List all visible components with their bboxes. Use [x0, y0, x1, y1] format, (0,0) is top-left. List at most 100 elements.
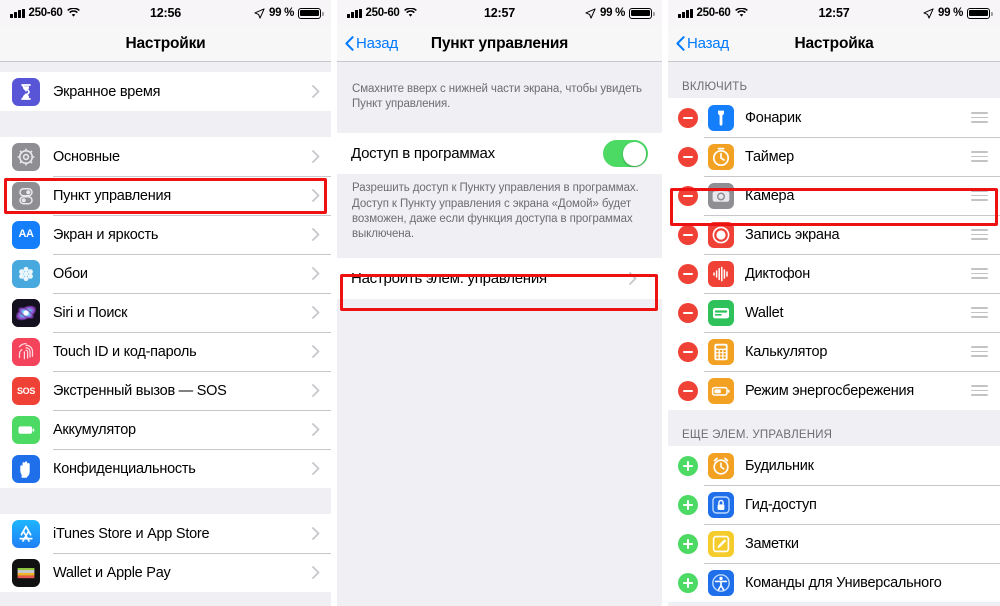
- settings-row-privacy[interactable]: Конфиденциальность: [0, 449, 331, 488]
- list-spacer: [337, 251, 662, 259]
- settings-row-general[interactable]: Основные: [0, 137, 331, 176]
- settings-row-wallet-apple-pay[interactable]: Wallet и Apple Pay: [0, 553, 331, 592]
- row-access-in-apps[interactable]: Доступ в программах: [337, 133, 662, 175]
- control-row-notes[interactable]: Заметки: [668, 524, 1000, 563]
- settings-row-screen-time[interactable]: Экранное время: [0, 72, 331, 111]
- aa-glyph: AA: [18, 228, 34, 240]
- battery-icon: [298, 7, 324, 19]
- remove-button[interactable]: [678, 146, 698, 167]
- row-label: Обои: [53, 265, 88, 282]
- list-spacer: [0, 488, 331, 514]
- camera-icon: [708, 182, 734, 209]
- reorder-handle[interactable]: [971, 190, 988, 201]
- reorder-handle[interactable]: [971, 307, 988, 318]
- three-screenshot-composite: 250-60 12:56 99 % Настройки Экранное вре: [0, 0, 1000, 606]
- control-row-calculator[interactable]: Калькулятор: [668, 332, 1000, 371]
- back-button[interactable]: Назад: [345, 35, 398, 52]
- list-spacer: [0, 62, 331, 72]
- chevron-right-icon: [629, 272, 637, 285]
- back-button[interactable]: Назад: [676, 35, 729, 52]
- settings-row-battery[interactable]: Аккумулятор: [0, 410, 331, 449]
- row-label: Конфиденциальность: [53, 460, 196, 477]
- row-customize-controls[interactable]: Настроить элем. управления: [337, 258, 662, 300]
- page-title: Настройки: [125, 34, 206, 52]
- chevron-right-icon: [312, 462, 320, 475]
- control-row-low-power-mode[interactable]: Режим энергосбережения: [668, 371, 1000, 410]
- battery-percent-label: 99 %: [937, 7, 963, 19]
- chevron-right-icon: [312, 189, 320, 202]
- calculator-icon: [708, 338, 734, 365]
- remove-button[interactable]: [678, 224, 698, 245]
- control-row-timer[interactable]: Таймер: [668, 137, 1000, 176]
- remove-button[interactable]: [678, 380, 698, 401]
- control-center-icon: [12, 181, 40, 210]
- row-label: Гид-доступ: [745, 496, 817, 513]
- control-row-guided-access[interactable]: Гид-доступ: [668, 485, 1000, 524]
- remove-button[interactable]: [678, 107, 698, 128]
- control-row-alarm[interactable]: Будильник: [668, 446, 1000, 485]
- settings-row-itunes-app-store[interactable]: iTunes Store и App Store: [0, 514, 331, 553]
- control-row-camera[interactable]: Камера: [668, 176, 1000, 215]
- settings-list[interactable]: Экранное время Основные Пункт управления…: [0, 62, 331, 606]
- chevron-right-icon: [312, 85, 320, 98]
- guided-access-icon: [708, 491, 734, 518]
- row-label: Пункт управления: [53, 187, 171, 204]
- row-label: Siri и Поиск: [53, 304, 128, 321]
- timer-icon: [708, 143, 734, 170]
- settings-row-sos[interactable]: SOS Экстренный вызов — SOS: [0, 371, 331, 410]
- remove-button[interactable]: [678, 185, 698, 206]
- screen-record-icon: [708, 221, 734, 248]
- control-row-screen-recording[interactable]: Запись экрана: [668, 215, 1000, 254]
- row-label: Основные: [53, 148, 120, 165]
- row-label: iTunes Store и App Store: [53, 525, 210, 542]
- row-label: Фонарик: [745, 109, 801, 126]
- row-label: Камера: [745, 187, 795, 204]
- back-button-label: Назад: [687, 35, 729, 52]
- reorder-handle[interactable]: [971, 229, 988, 240]
- remove-button[interactable]: [678, 341, 698, 362]
- row-label: Запись экрана: [745, 226, 840, 243]
- row-label: Команды для Универсального: [745, 574, 942, 591]
- add-button[interactable]: [678, 494, 698, 515]
- settings-row-display-brightness[interactable]: AA Экран и яркость: [0, 215, 331, 254]
- customize-controls-list[interactable]: ВКЛЮЧИТЬ Фонарик Таймер Камера Запись эк…: [668, 62, 1000, 606]
- status-bar: 250-60 12:56 99 %: [0, 0, 331, 26]
- chevron-right-icon: [312, 306, 320, 319]
- reorder-handle[interactable]: [971, 112, 988, 123]
- settings-row-touch-id[interactable]: Touch ID и код-пароль: [0, 332, 331, 371]
- back-button-label: Назад: [356, 35, 398, 52]
- control-center-settings-list[interactable]: Смахните вверх с нижней части экрана, чт…: [337, 62, 662, 606]
- control-row-voice-memos[interactable]: Диктофон: [668, 254, 1000, 293]
- chevron-left-icon: [345, 36, 354, 51]
- row-label: Таймер: [745, 148, 794, 165]
- settings-group-screentime: Экранное время: [0, 72, 331, 111]
- add-button[interactable]: [678, 455, 698, 476]
- settings-group-main: Основные Пункт управления AA Экран и ярк…: [0, 137, 331, 488]
- reorder-handle[interactable]: [971, 346, 988, 357]
- control-row-accessibility-shortcuts[interactable]: Команды для Универсального: [668, 563, 1000, 602]
- reorder-handle[interactable]: [971, 268, 988, 279]
- control-row-flashlight[interactable]: Фонарик: [668, 98, 1000, 137]
- settings-row-wallpaper[interactable]: Обои: [0, 254, 331, 293]
- row-label: Будильник: [745, 457, 814, 474]
- nav-bar-customize: Назад Настройка: [668, 26, 1000, 62]
- wallet-icon: [12, 558, 40, 587]
- reorder-handle[interactable]: [971, 151, 988, 162]
- settings-row-siri-search[interactable]: Siri и Поиск: [0, 293, 331, 332]
- chevron-right-icon: [312, 423, 320, 436]
- remove-button[interactable]: [678, 302, 698, 323]
- chevron-left-icon: [676, 36, 685, 51]
- battery-icon: [629, 7, 655, 19]
- location-arrow-icon: [923, 7, 934, 19]
- row-label: Wallet и Apple Pay: [53, 564, 171, 581]
- battery-percent-label: 99 %: [599, 7, 625, 19]
- settings-row-control-center[interactable]: Пункт управления: [0, 176, 331, 215]
- access-in-apps-group: Доступ в программах: [337, 133, 662, 175]
- access-in-apps-toggle[interactable]: [603, 140, 648, 168]
- control-row-wallet[interactable]: Wallet: [668, 293, 1000, 332]
- remove-button[interactable]: [678, 263, 698, 284]
- add-button[interactable]: [678, 533, 698, 554]
- add-button[interactable]: [678, 572, 698, 593]
- settings-group-stores: iTunes Store и App Store Wallet и Apple …: [0, 514, 331, 592]
- reorder-handle[interactable]: [971, 385, 988, 396]
